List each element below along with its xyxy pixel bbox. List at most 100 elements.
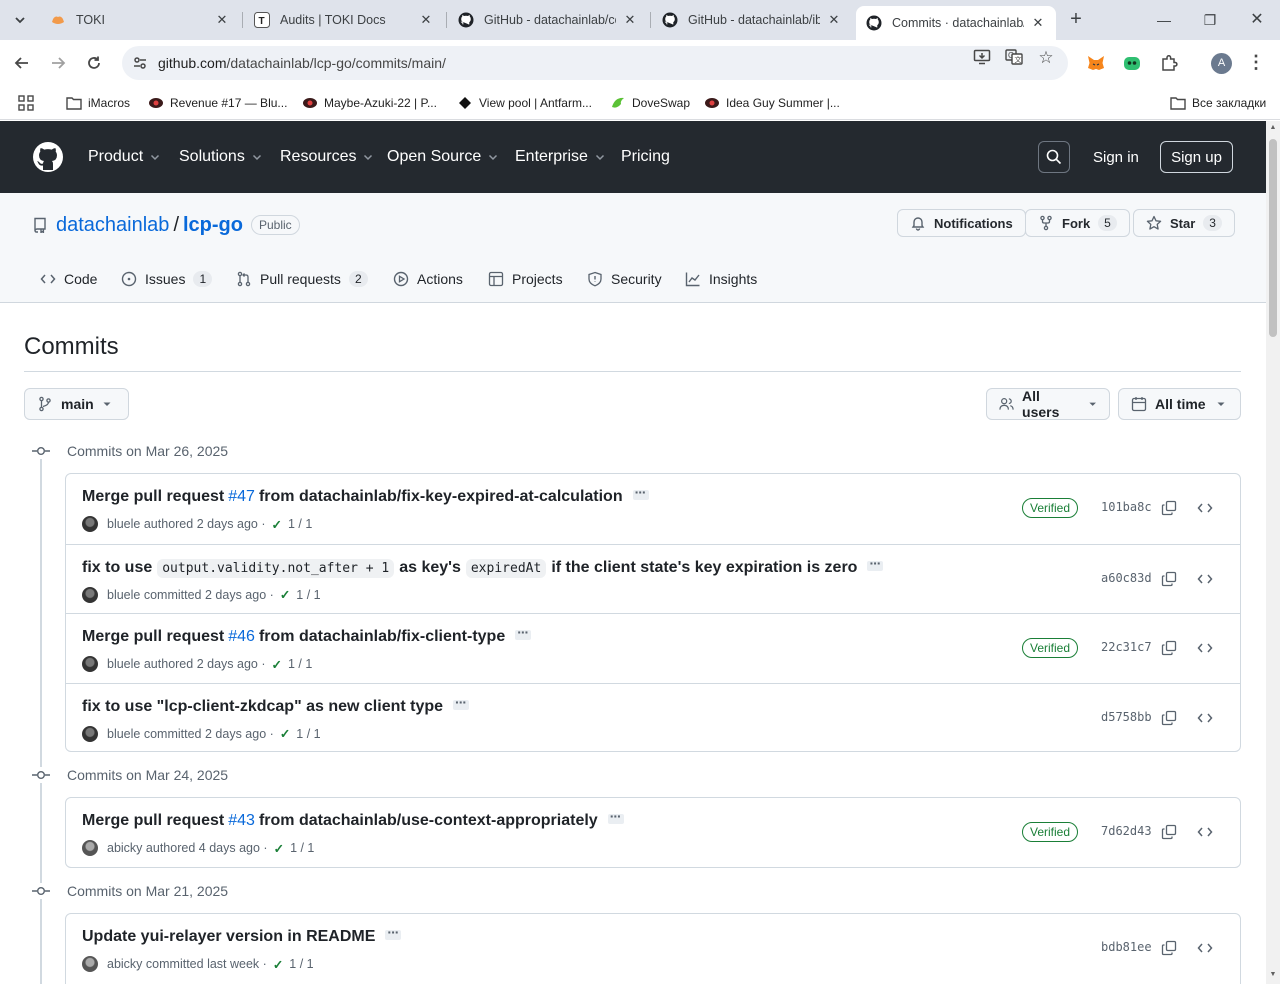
- all-bookmarks[interactable]: Все закладки: [1170, 92, 1266, 114]
- commit-message[interactable]: fix to use output.validity.not_after + 1…: [82, 555, 884, 578]
- copy-icon[interactable]: [1161, 824, 1177, 840]
- minimize-window-icon[interactable]: —: [1152, 8, 1176, 32]
- new-tab-plus-icon[interactable]: +: [1064, 8, 1088, 32]
- nav-open-source[interactable]: Open Source: [387, 145, 499, 169]
- time-filter[interactable]: All time: [1118, 388, 1241, 420]
- verified-badge[interactable]: Verified: [1022, 498, 1079, 518]
- repo-name-link[interactable]: lcp-go: [183, 214, 243, 237]
- browse-code-icon[interactable]: [1197, 710, 1213, 726]
- tab-issues[interactable]: Issues 1: [121, 267, 213, 291]
- nav-product[interactable]: Product: [88, 145, 161, 169]
- verified-badge[interactable]: Verified: [1022, 638, 1079, 658]
- install-app-icon[interactable]: [972, 48, 992, 68]
- check-icon[interactable]: ✓: [280, 587, 290, 602]
- verified-badge[interactable]: Verified: [1022, 822, 1079, 842]
- copy-icon[interactable]: [1161, 710, 1177, 726]
- close-window-icon[interactable]: ✕: [1245, 8, 1269, 32]
- header-search-button[interactable]: [1038, 141, 1070, 173]
- scroll-up-arrow-icon[interactable]: ▲: [1269, 124, 1277, 132]
- green-extension-icon[interactable]: [1121, 52, 1143, 74]
- site-info-icon[interactable]: [122, 55, 158, 71]
- fork-button[interactable]: Fork 5: [1025, 209, 1130, 237]
- check-icon[interactable]: ✓: [274, 841, 284, 856]
- author-link[interactable]: abicky: [107, 957, 142, 971]
- nav-solutions[interactable]: Solutions: [179, 145, 263, 169]
- bookmark-imacros[interactable]: iMacros: [66, 92, 130, 114]
- browse-code-icon[interactable]: [1197, 571, 1213, 587]
- copy-icon[interactable]: [1161, 940, 1177, 956]
- close-tab-icon[interactable]: ✕: [826, 12, 842, 28]
- expand-message-ellipsis-icon[interactable]: [867, 555, 884, 571]
- check-icon[interactable]: ✓: [273, 957, 283, 972]
- github-logo-icon[interactable]: [32, 141, 64, 173]
- browse-code-icon[interactable]: [1197, 640, 1213, 656]
- commit-message[interactable]: fix to use "lcp-client-zkdcap" as new cl…: [82, 694, 470, 716]
- pr-link[interactable]: #43: [228, 812, 255, 830]
- copy-icon[interactable]: [1161, 640, 1177, 656]
- browser-tab-audits[interactable]: T Audits | TOKI Docs ✕: [244, 6, 444, 34]
- expand-message-ellipsis-icon[interactable]: [607, 808, 624, 824]
- close-tab-icon[interactable]: ✕: [418, 12, 434, 28]
- extensions-puzzle-icon[interactable]: [1158, 52, 1180, 74]
- close-tab-icon[interactable]: ✕: [1030, 15, 1046, 31]
- tab-search-chevron-icon[interactable]: [8, 8, 32, 32]
- commit-message[interactable]: Merge pull request #43 from datachainlab…: [82, 808, 624, 830]
- author-link[interactable]: bluele: [107, 657, 140, 671]
- profile-avatar[interactable]: A: [1211, 53, 1232, 74]
- author-avatar[interactable]: [82, 656, 98, 672]
- browser-menu-kebab-icon[interactable]: ⋮: [1246, 52, 1266, 72]
- tab-code[interactable]: Code: [40, 267, 97, 291]
- copy-icon[interactable]: [1161, 571, 1177, 587]
- bookmark-doveswap[interactable]: DoveSwap: [610, 92, 690, 114]
- tab-insights[interactable]: Insights: [685, 267, 757, 291]
- apps-grid-icon[interactable]: [18, 92, 34, 114]
- author-avatar[interactable]: [82, 956, 98, 972]
- pr-link[interactable]: #47: [228, 488, 255, 506]
- check-icon[interactable]: ✓: [280, 726, 290, 741]
- tab-actions[interactable]: Actions: [393, 267, 463, 291]
- browse-code-icon[interactable]: [1197, 500, 1213, 516]
- author-avatar[interactable]: [82, 586, 98, 603]
- commit-sha-link[interactable]: a60c83d: [1101, 571, 1152, 585]
- browse-code-icon[interactable]: [1197, 824, 1213, 840]
- author-avatar[interactable]: [82, 516, 98, 532]
- browser-tab-github-cc[interactable]: GitHub - datachainlab/cc ✕: [448, 6, 648, 34]
- translate-icon[interactable]: G文: [1004, 48, 1024, 68]
- sign-in-link[interactable]: Sign in: [1093, 149, 1139, 166]
- page-scrollbar[interactable]: ▲ ▼: [1266, 121, 1280, 984]
- bookmark-antfarm[interactable]: View pool | Antfarm...: [457, 92, 592, 114]
- star-button[interactable]: Star 3: [1133, 209, 1235, 237]
- author-link[interactable]: bluele: [107, 517, 140, 531]
- browse-code-icon[interactable]: [1197, 940, 1213, 956]
- expand-message-ellipsis-icon[interactable]: [515, 624, 532, 640]
- restore-window-icon[interactable]: ❐: [1198, 8, 1222, 32]
- nav-enterprise[interactable]: Enterprise: [515, 145, 606, 169]
- bookmark-maybe-azuki[interactable]: Maybe-Azuki-22 | P...: [302, 92, 437, 114]
- check-icon[interactable]: ✓: [272, 657, 282, 672]
- commit-message[interactable]: Update yui-relayer version in README: [82, 924, 402, 946]
- forward-arrow-icon[interactable]: [45, 50, 71, 76]
- bookmark-star-icon[interactable]: ☆: [1036, 48, 1056, 68]
- close-tab-icon[interactable]: ✕: [214, 12, 230, 28]
- expand-message-ellipsis-icon[interactable]: [453, 694, 470, 710]
- author-link[interactable]: bluele: [107, 727, 140, 741]
- sign-up-button[interactable]: Sign up: [1160, 141, 1233, 173]
- scroll-down-arrow-icon[interactable]: ▼: [1269, 971, 1277, 979]
- users-filter[interactable]: All users: [986, 388, 1110, 420]
- author-link[interactable]: bluele: [107, 588, 140, 602]
- expand-message-ellipsis-icon[interactable]: [632, 484, 649, 500]
- browser-tab-toki[interactable]: TOKI ✕: [40, 6, 240, 34]
- nav-resources[interactable]: Resources: [280, 145, 374, 169]
- bookmark-revenue[interactable]: Revenue #17 — Blu...: [148, 92, 287, 114]
- commit-sha-link[interactable]: d5758bb: [1101, 710, 1152, 724]
- nav-pricing[interactable]: Pricing: [621, 145, 670, 169]
- browser-tab-github-ib[interactable]: GitHub - datachainlab/ib ✕: [652, 6, 852, 34]
- tab-pull-requests[interactable]: Pull requests 2: [236, 267, 368, 291]
- author-link[interactable]: abicky: [107, 841, 142, 855]
- tab-projects[interactable]: Projects: [488, 267, 563, 291]
- check-icon[interactable]: ✓: [272, 517, 282, 532]
- author-avatar[interactable]: [82, 840, 98, 856]
- commit-sha-link[interactable]: 101ba8c: [1101, 500, 1152, 514]
- author-avatar[interactable]: [82, 725, 98, 742]
- repo-owner-link[interactable]: datachainlab: [56, 214, 169, 237]
